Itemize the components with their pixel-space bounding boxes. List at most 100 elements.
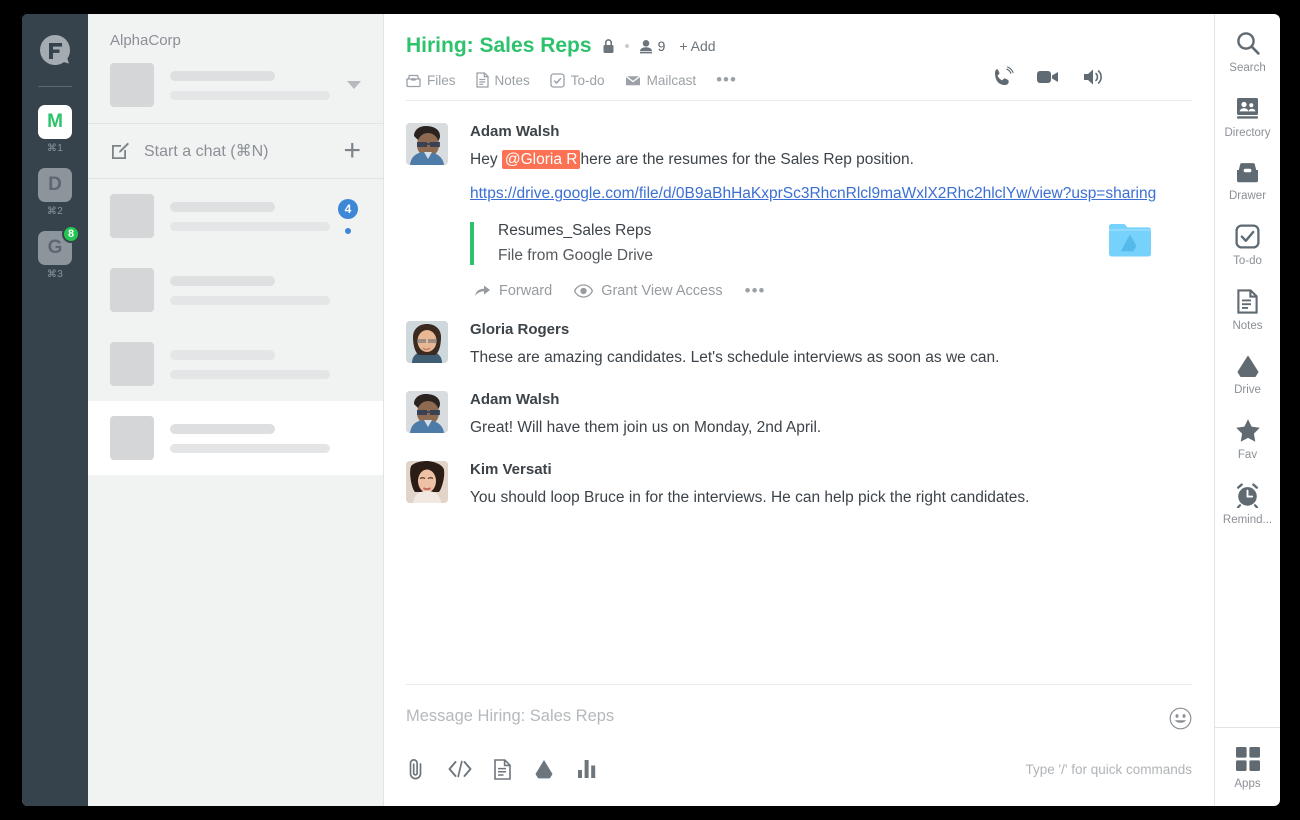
message-item: Gloria Rogers These are amazing candidat… [406,320,1192,369]
chat-placeholder-lines [170,423,361,453]
chat-list-item[interactable] [88,327,383,401]
placeholder-line [170,221,330,231]
rail-item-label: Notes [1232,320,1263,332]
composer-input-row: Message Hiring: Sales Reps [406,707,1192,730]
rail-item-notes[interactable]: Notes [1215,289,1280,332]
chart-icon[interactable] [577,759,597,779]
avatar[interactable] [406,461,448,504]
rail-item-label: Search [1229,62,1266,74]
chat-list-item[interactable]: 4 [88,179,383,253]
star-icon [1235,419,1260,442]
chat-rows: 4 [88,179,383,806]
rail-item-drawer[interactable]: Drawer [1215,161,1280,202]
org-avatar-placeholder [110,63,154,107]
tab-label: Mailcast [646,72,697,88]
rail-item-todo[interactable]: To-do [1215,224,1280,267]
plus-icon[interactable]: + [343,136,361,166]
rail-app-d[interactable]: D ⌘2 [38,168,72,217]
forward-arrow-icon [475,285,490,296]
rail-item-directory[interactable]: Directory [1215,96,1280,139]
composer-toolbar: Type '/' for quick commands [406,758,1192,780]
avatar[interactable] [406,123,448,165]
rail-app-shortcut: ⌘2 [46,206,64,217]
rail-app-tile[interactable]: M [38,105,72,139]
conversation-title-row: Hiring: Sales Reps 9 + Add [406,34,1192,58]
chat-placeholder-lines [170,201,335,231]
unread-badge: 4 [338,198,358,219]
smiley-icon[interactable] [1169,707,1192,730]
tab-todo[interactable]: To-do [550,73,605,88]
rail-app-m[interactable]: M ⌘1 [38,105,72,154]
left-app-rail: M ⌘1 D ⌘2 G 8 ⌘3 [22,14,88,806]
grant-view-access-button[interactable]: Grant View Access [574,283,723,299]
org-placeholder-lines [170,70,337,100]
placeholder-line [170,349,275,360]
video-camera-icon[interactable] [1036,67,1060,87]
app-logo[interactable] [34,30,76,72]
lock-icon [603,39,614,53]
code-icon[interactable] [448,760,472,778]
person-icon [639,39,652,53]
rail-item-label: Drive [1234,384,1261,396]
chat-list-item[interactable] [88,253,383,327]
placeholder-line [170,90,330,100]
mention-chip[interactable]: @Gloria R [501,150,581,169]
rail-item-label: Remind... [1222,514,1273,526]
phone-call-icon[interactable] [992,66,1014,88]
document-icon[interactable] [494,758,511,780]
attachment-info: Resumes_Sales Reps File from Google Driv… [498,222,1108,265]
org-profile-row[interactable] [110,63,361,123]
message-text: You should loop Bruce in for the intervi… [470,489,1030,507]
rail-item-search[interactable]: Search [1215,30,1280,74]
attachment-card[interactable]: Resumes_Sales Reps File from Google Driv… [470,221,1192,265]
rail-app-g[interactable]: G 8 ⌘3 [38,225,80,280]
rail-item-fav[interactable]: Fav [1215,418,1280,461]
start-chat-row[interactable]: Start a chat (⌘N) + [88,123,383,179]
eye-icon [574,284,594,298]
add-member-button[interactable]: + Add [679,38,715,54]
chevron-down-icon[interactable] [347,81,361,89]
speaker-icon[interactable] [1082,67,1104,87]
google-drive-icon[interactable] [533,759,555,779]
rail-app-shortcut: ⌘1 [46,143,64,154]
placeholder-line [170,295,330,305]
avatar-gloria-rogers-icon [406,320,448,363]
notes-page-icon [1237,289,1258,314]
drawer-icon [1237,163,1258,183]
tab-notes[interactable]: Notes [475,72,530,88]
message-composer: Message Hiring: Sales Reps Type '/' for … [406,684,1192,806]
rail-divider [38,86,72,87]
rail-app-shortcut: ⌘3 [46,269,64,280]
forward-button[interactable]: Forward [474,283,552,299]
message-text: Great! Will have them join us on Monday,… [470,418,822,436]
rail-item-drive[interactable]: Drive [1215,354,1280,396]
paperclip-icon[interactable] [406,758,426,780]
fleep-bubble-logo-icon [40,35,71,65]
tab-mailcast[interactable]: Mailcast [625,72,697,88]
message-text: These are amazing candidates. Let's sche… [470,348,1000,366]
google-drive-folder-icon [1109,223,1152,257]
message-author: Adam Walsh [470,123,560,140]
attachment-thumbnail[interactable] [1108,222,1152,258]
message-link[interactable]: https://drive.google.com/file/d/0B9aBhHa… [470,183,1192,205]
compose-icon [112,142,129,159]
right-tool-rail: Search Directory Drawer To-do Notes Driv… [1214,14,1280,806]
chat-avatar-placeholder [110,342,154,386]
attachment-more-button[interactable]: ••• [745,282,766,299]
message-text: Hey @Gloria Rhere are the resumes for th… [470,148,1192,171]
rail-app-tile[interactable]: G 8 [38,225,80,265]
tab-files[interactable]: Files [406,73,456,88]
chat-list-panel: AlphaCorp Start a chat (⌘N) + 4 [88,14,384,806]
rail-app-letter: G [47,237,63,258]
tabs-more-button[interactable]: ••• [716,71,737,88]
chat-row-meta: 4 [335,198,361,234]
todo-check-icon [1235,224,1260,249]
chat-list-item-selected[interactable] [88,401,383,475]
message-input[interactable]: Message Hiring: Sales Reps [406,707,1169,726]
avatar[interactable] [406,390,448,433]
rail-item-apps[interactable]: Apps [1215,727,1280,806]
rail-app-tile[interactable]: D [38,168,72,202]
avatar-adam-walsh-icon [406,123,448,165]
avatar[interactable] [406,320,448,363]
rail-item-reminders[interactable]: Remind... [1215,483,1280,526]
